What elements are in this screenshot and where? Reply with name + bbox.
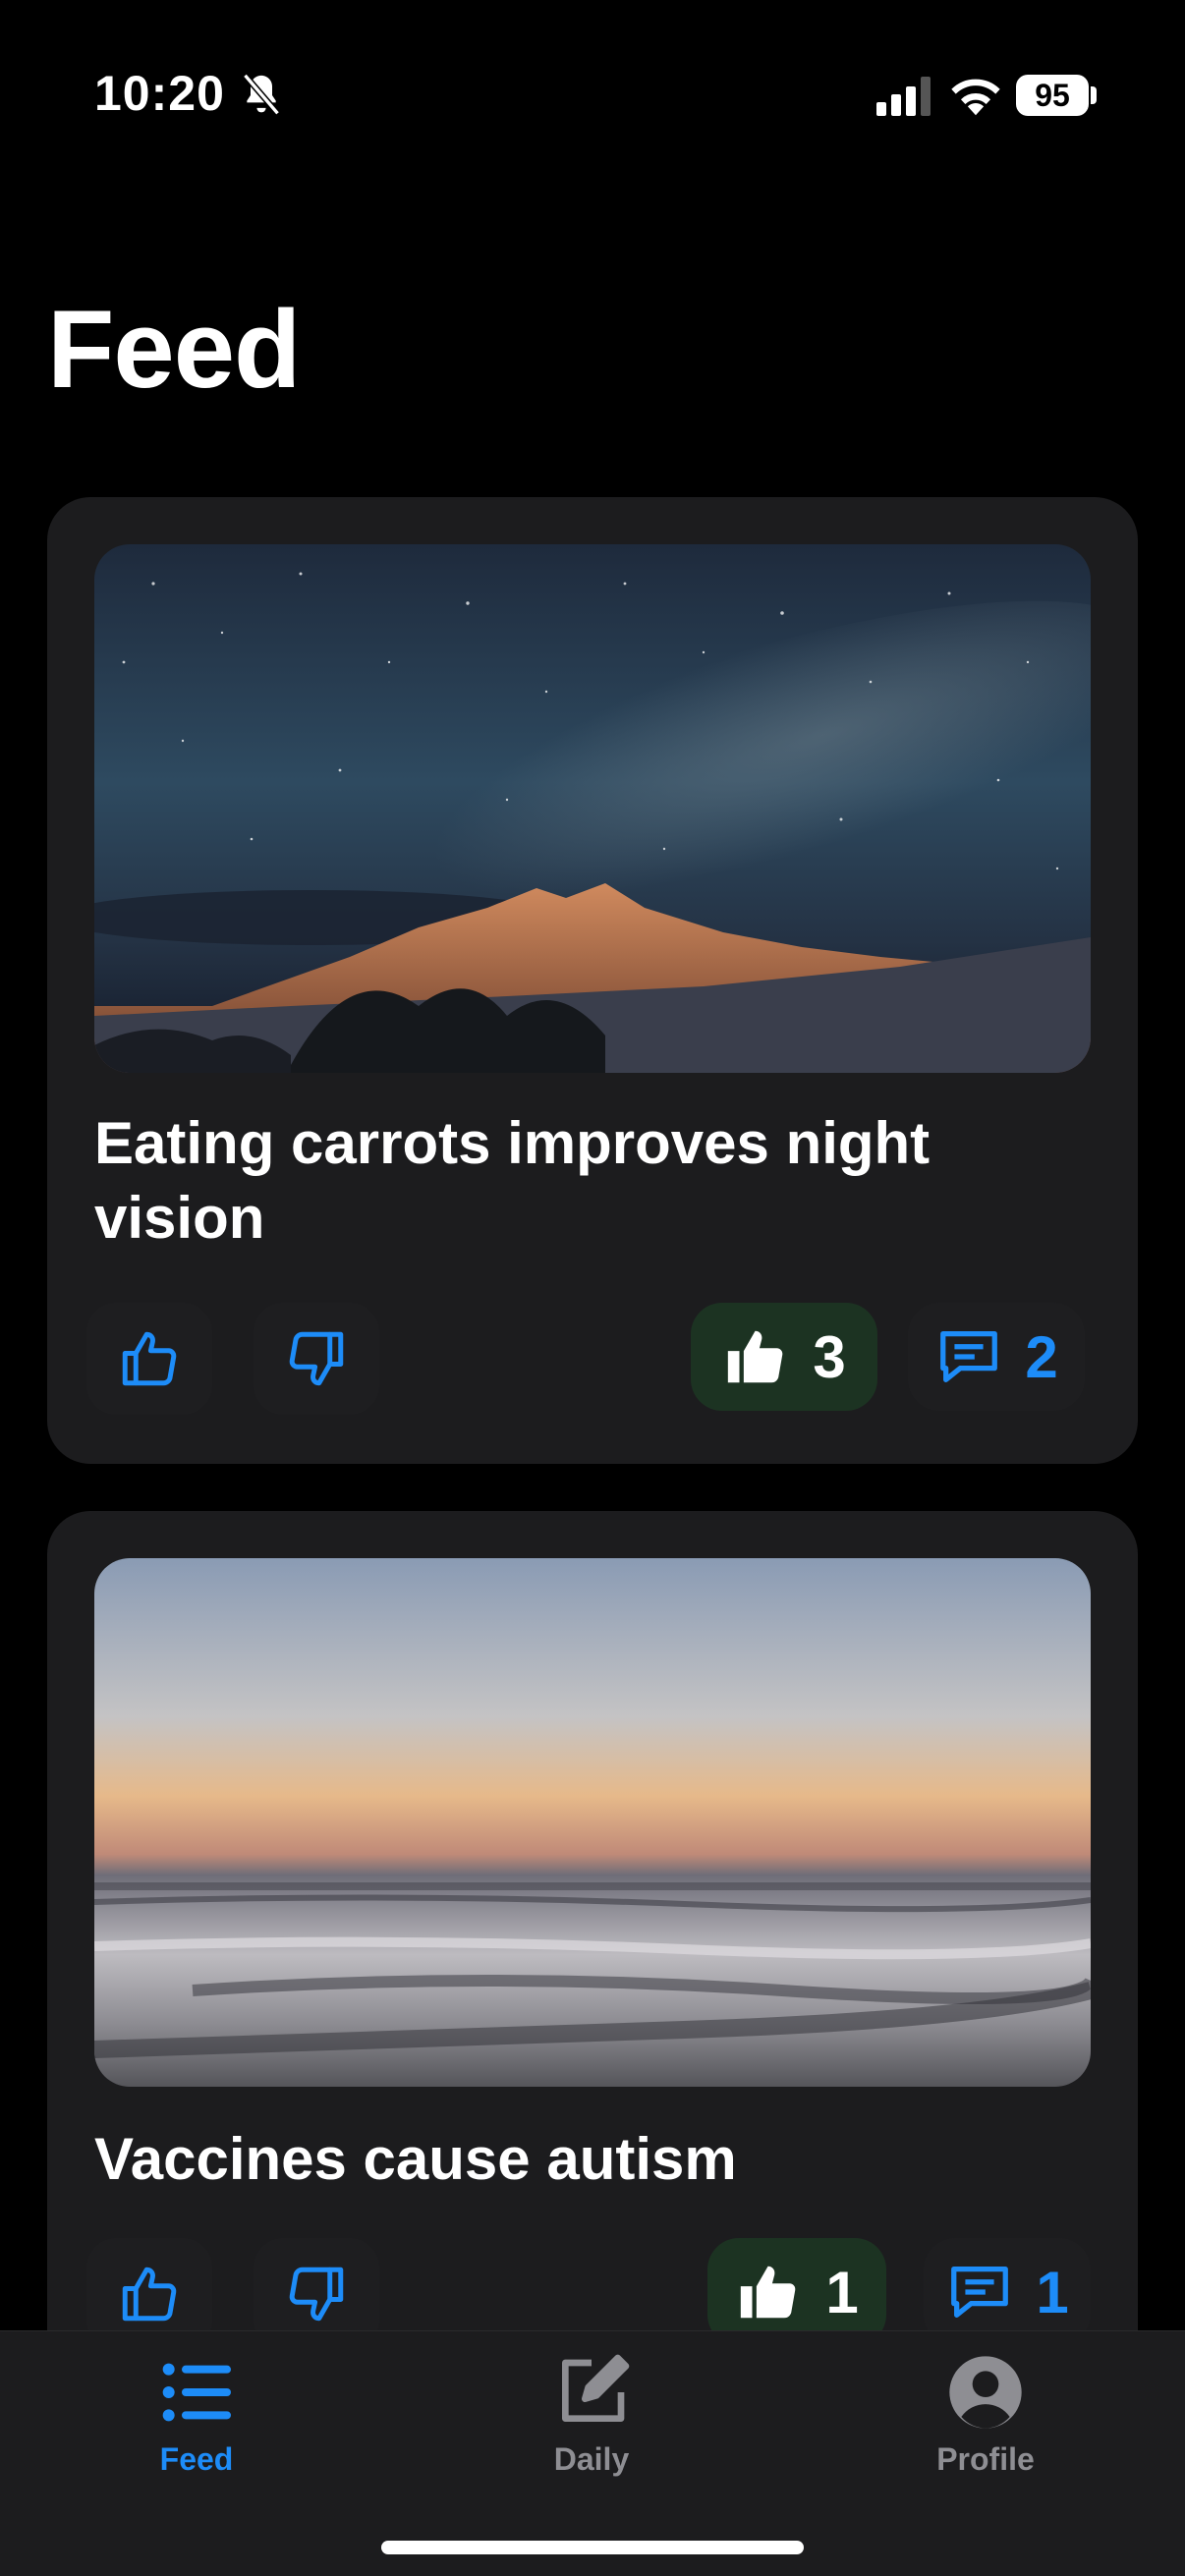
home-indicator[interactable] <box>381 2541 804 2554</box>
comment-count: 2 <box>1025 1323 1058 1390</box>
post-title[interactable]: Eating carrots improves night vision <box>94 1106 979 1256</box>
comment-icon <box>951 2267 1009 2318</box>
tab-daily[interactable]: Daily <box>444 2331 739 2528</box>
thumbs-up-icon <box>122 1331 177 1386</box>
page-title: Feed <box>47 288 301 411</box>
tab-label: Daily <box>553 2441 630 2477</box>
status-bar: 10:20 95 <box>0 0 1185 196</box>
tab-bar: Feed Daily Profile <box>0 2330 1185 2576</box>
upvote-button[interactable] <box>86 1303 212 1415</box>
thumbs-down-icon <box>289 1331 344 1386</box>
person-circle-icon <box>949 2356 1022 2429</box>
comments-button[interactable]: 2 <box>908 1303 1085 1411</box>
post-card[interactable]: Eating carrots improves night vision 3 2 <box>47 497 1138 1464</box>
post-image-night-sky <box>94 544 1091 1073</box>
like-count: 3 <box>813 1323 846 1390</box>
bell-slash-icon <box>243 73 280 116</box>
battery-tip <box>1091 86 1097 104</box>
post-title[interactable]: Vaccines cause autism <box>94 2122 979 2197</box>
tab-label: Feed <box>159 2441 234 2477</box>
downvote-button[interactable] <box>254 1303 379 1415</box>
list-icon <box>162 2363 231 2422</box>
thumbs-up-filled-icon <box>728 1330 783 1383</box>
comment-icon <box>940 1331 998 1382</box>
tab-feed[interactable]: Feed <box>49 2331 344 2528</box>
compose-icon <box>562 2354 630 2422</box>
like-count: 1 <box>825 2259 859 2325</box>
thumbs-up-filled-icon <box>741 2266 796 2319</box>
like-count-pill[interactable]: 3 <box>691 1303 877 1411</box>
battery-icon: 95 <box>1016 75 1089 116</box>
status-time: 10:20 <box>94 66 225 121</box>
battery-level: 95 <box>1035 78 1070 113</box>
wifi-icon <box>951 79 1000 116</box>
cellular-signal-icon <box>876 77 931 116</box>
comment-count: 1 <box>1036 2259 1069 2325</box>
tab-profile[interactable]: Profile <box>838 2331 1133 2528</box>
thumbs-up-icon <box>122 2267 177 2322</box>
tab-label: Profile <box>936 2441 1035 2477</box>
feed-screen: 10:20 95 Feed Eating carrots improves ni… <box>0 0 1185 2576</box>
thumbs-down-icon <box>289 2267 344 2322</box>
post-image-sunset-beach <box>94 1558 1091 2087</box>
